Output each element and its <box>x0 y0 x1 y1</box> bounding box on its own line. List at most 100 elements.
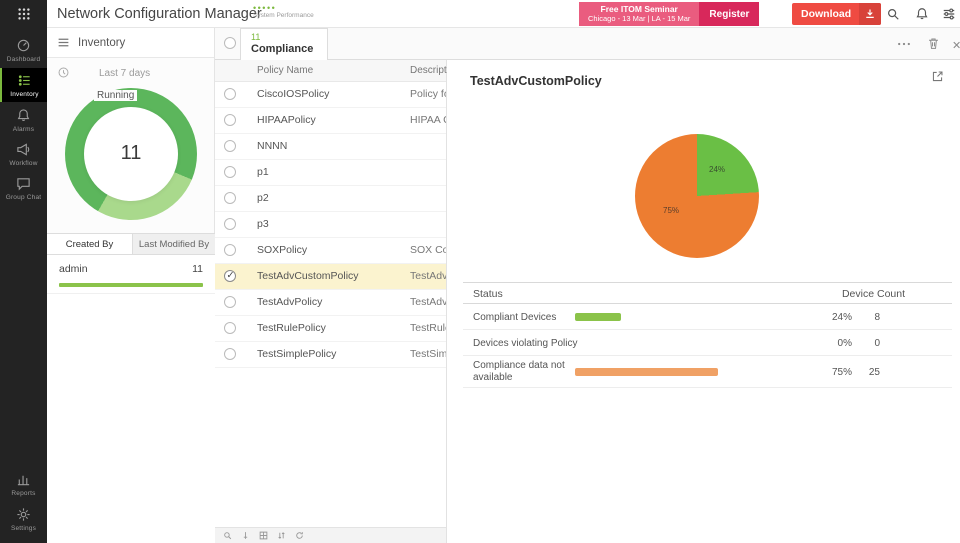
inventory-panel: Inventory Last 7 days 11 Running Created… <box>47 28 215 543</box>
download-icon <box>859 3 882 25</box>
policy-row[interactable]: p3 <box>215 212 446 238</box>
radio-icon[interactable] <box>224 322 236 334</box>
policy-name[interactable]: TestSimplePolicy <box>257 348 336 360</box>
inventory-panel-header: Inventory <box>47 28 214 58</box>
detail-title: TestAdvCustomPolicy <box>470 74 602 88</box>
policy-name[interactable]: TestAdvPolicy <box>257 296 322 308</box>
radio-icon[interactable] <box>224 114 236 126</box>
banner-line-1: Free ITOM Seminar <box>600 4 678 14</box>
policy-name[interactable]: CiscoIOSPolicy <box>257 88 329 100</box>
pie-label-compliant: 24% <box>709 165 726 174</box>
sidebar-item-group-chat[interactable]: Group Chat <box>0 172 47 204</box>
policy-name[interactable]: TestAdvCustomPolicy <box>257 270 359 282</box>
sort-icon[interactable] <box>277 531 286 540</box>
policy-row-selected[interactable]: TestAdvCustomPolicy TestAdvCu <box>215 264 446 290</box>
radio-icon[interactable] <box>224 348 236 360</box>
policy-description: SOX Comp <box>410 244 446 256</box>
radio-icon[interactable] <box>224 166 236 178</box>
policy-description: TestAdvPo <box>410 296 446 308</box>
policy-row[interactable]: SOXPolicy SOX Comp <box>215 238 446 264</box>
search-icon[interactable] <box>886 7 900 21</box>
creator-name: admin <box>59 263 88 275</box>
system-performance[interactable]: ••••• System Performance <box>253 3 314 20</box>
policy-name[interactable]: NNNN <box>257 140 287 152</box>
chat-bubble-icon <box>16 176 31 191</box>
tab-created-by[interactable]: Created By <box>47 234 133 254</box>
radio-icon[interactable] <box>224 88 236 100</box>
column-status: Status <box>473 288 503 300</box>
policy-row[interactable]: TestSimplePolicy TestSimple <box>215 342 446 368</box>
radio-icon[interactable] <box>224 218 236 230</box>
more-options-icon[interactable] <box>897 37 911 51</box>
policy-description: Policy for C <box>410 88 446 100</box>
policy-name[interactable]: p3 <box>257 218 269 230</box>
radio-icon[interactable] <box>224 244 236 256</box>
table-row[interactable]: Compliance data not available 75% 25 <box>463 356 952 388</box>
list-item[interactable]: admin 11 <box>59 263 203 275</box>
radio-icon[interactable] <box>224 140 236 152</box>
inventory-tabs: Created By Last Modified By <box>47 233 215 255</box>
sidebar-item-alarms[interactable]: Alarms <box>0 104 47 136</box>
inventory-icon <box>17 73 32 88</box>
top-bar: Network Configuration Manager ••••• Syst… <box>47 0 960 28</box>
radio-icon[interactable] <box>224 192 236 204</box>
policy-row[interactable]: p2 <box>215 186 446 212</box>
policy-name[interactable]: HIPAAPolicy <box>257 114 316 126</box>
radio-icon[interactable] <box>224 296 236 308</box>
divider <box>47 293 215 294</box>
pie-label-not-available: 75% <box>663 206 680 215</box>
check-icon[interactable] <box>224 270 236 282</box>
promo-banner[interactable]: Free ITOM Seminar Chicago - 13 Mar | LA … <box>579 2 760 26</box>
tab-compliance[interactable]: 11 Compliance <box>240 28 328 60</box>
created-by-list: admin 11 <box>47 255 215 543</box>
sidebar-item-label: Workflow <box>9 159 38 167</box>
status-percent: 75% <box>831 367 852 378</box>
policy-list-panel: Policy Name Description CiscoIOSPolicy P… <box>215 60 460 543</box>
apps-grid-button[interactable] <box>0 0 47 28</box>
zoom-icon[interactable] <box>223 531 232 540</box>
policy-name[interactable]: p1 <box>257 166 269 178</box>
close-icon[interactable] <box>952 36 960 54</box>
expand-icon[interactable] <box>931 70 944 83</box>
grid-icon[interactable] <box>259 531 268 540</box>
policy-row[interactable]: p1 <box>215 160 446 186</box>
device-count: 25 <box>868 367 880 378</box>
device-count: 8 <box>874 312 880 323</box>
status-bar <box>575 368 718 376</box>
table-row[interactable]: Compliant Devices 24% 8 <box>463 304 952 330</box>
policy-name[interactable]: TestRulePolicy <box>257 322 326 334</box>
trash-icon[interactable] <box>927 37 940 50</box>
policy-description: HIPAA Con <box>410 114 446 126</box>
inventory-panel-title: Inventory <box>78 36 126 49</box>
status-label: Devices violating Policy <box>473 338 578 349</box>
select-all-radio[interactable] <box>224 37 236 49</box>
table-row[interactable]: Devices violating Policy 0% 0 <box>463 330 952 356</box>
clock-icon[interactable] <box>57 66 70 79</box>
performance-dots-icon: ••••• <box>253 3 277 13</box>
creator-count-bar <box>59 283 203 287</box>
download-button[interactable]: Download <box>792 3 882 25</box>
policy-row[interactable]: TestRulePolicy TestRulePo <box>215 316 446 342</box>
status-label: Compliance data not available <box>473 360 565 383</box>
gear-icon <box>16 507 31 522</box>
notification-bell-icon[interactable] <box>915 7 929 21</box>
hamburger-icon[interactable] <box>57 36 70 49</box>
sidebar-item-workflow[interactable]: Workflow <box>0 138 47 170</box>
sidebar-item-inventory[interactable]: Inventory <box>0 68 47 102</box>
policy-row[interactable]: HIPAAPolicy HIPAA Con <box>215 108 446 134</box>
sliders-icon[interactable] <box>942 7 956 21</box>
register-button[interactable]: Register <box>699 2 760 26</box>
refresh-icon[interactable] <box>295 531 304 540</box>
policy-row[interactable]: NNNN <box>215 134 446 160</box>
policy-name[interactable]: p2 <box>257 192 269 204</box>
pin-icon[interactable] <box>241 531 250 540</box>
sidebar-item-reports[interactable]: Reports <box>0 468 47 500</box>
policy-name[interactable]: SOXPolicy <box>257 244 307 256</box>
date-range-label[interactable]: Last 7 days <box>99 68 150 79</box>
policy-row[interactable]: CiscoIOSPolicy Policy for C <box>215 82 446 108</box>
sidebar-item-dashboard[interactable]: Dashboard <box>0 34 47 66</box>
sidebar-item-settings[interactable]: Settings <box>0 502 47 536</box>
tab-last-modified-by[interactable]: Last Modified By <box>133 234 215 254</box>
policy-row[interactable]: TestAdvPolicy TestAdvPo <box>215 290 446 316</box>
list-toolbar <box>215 527 446 543</box>
